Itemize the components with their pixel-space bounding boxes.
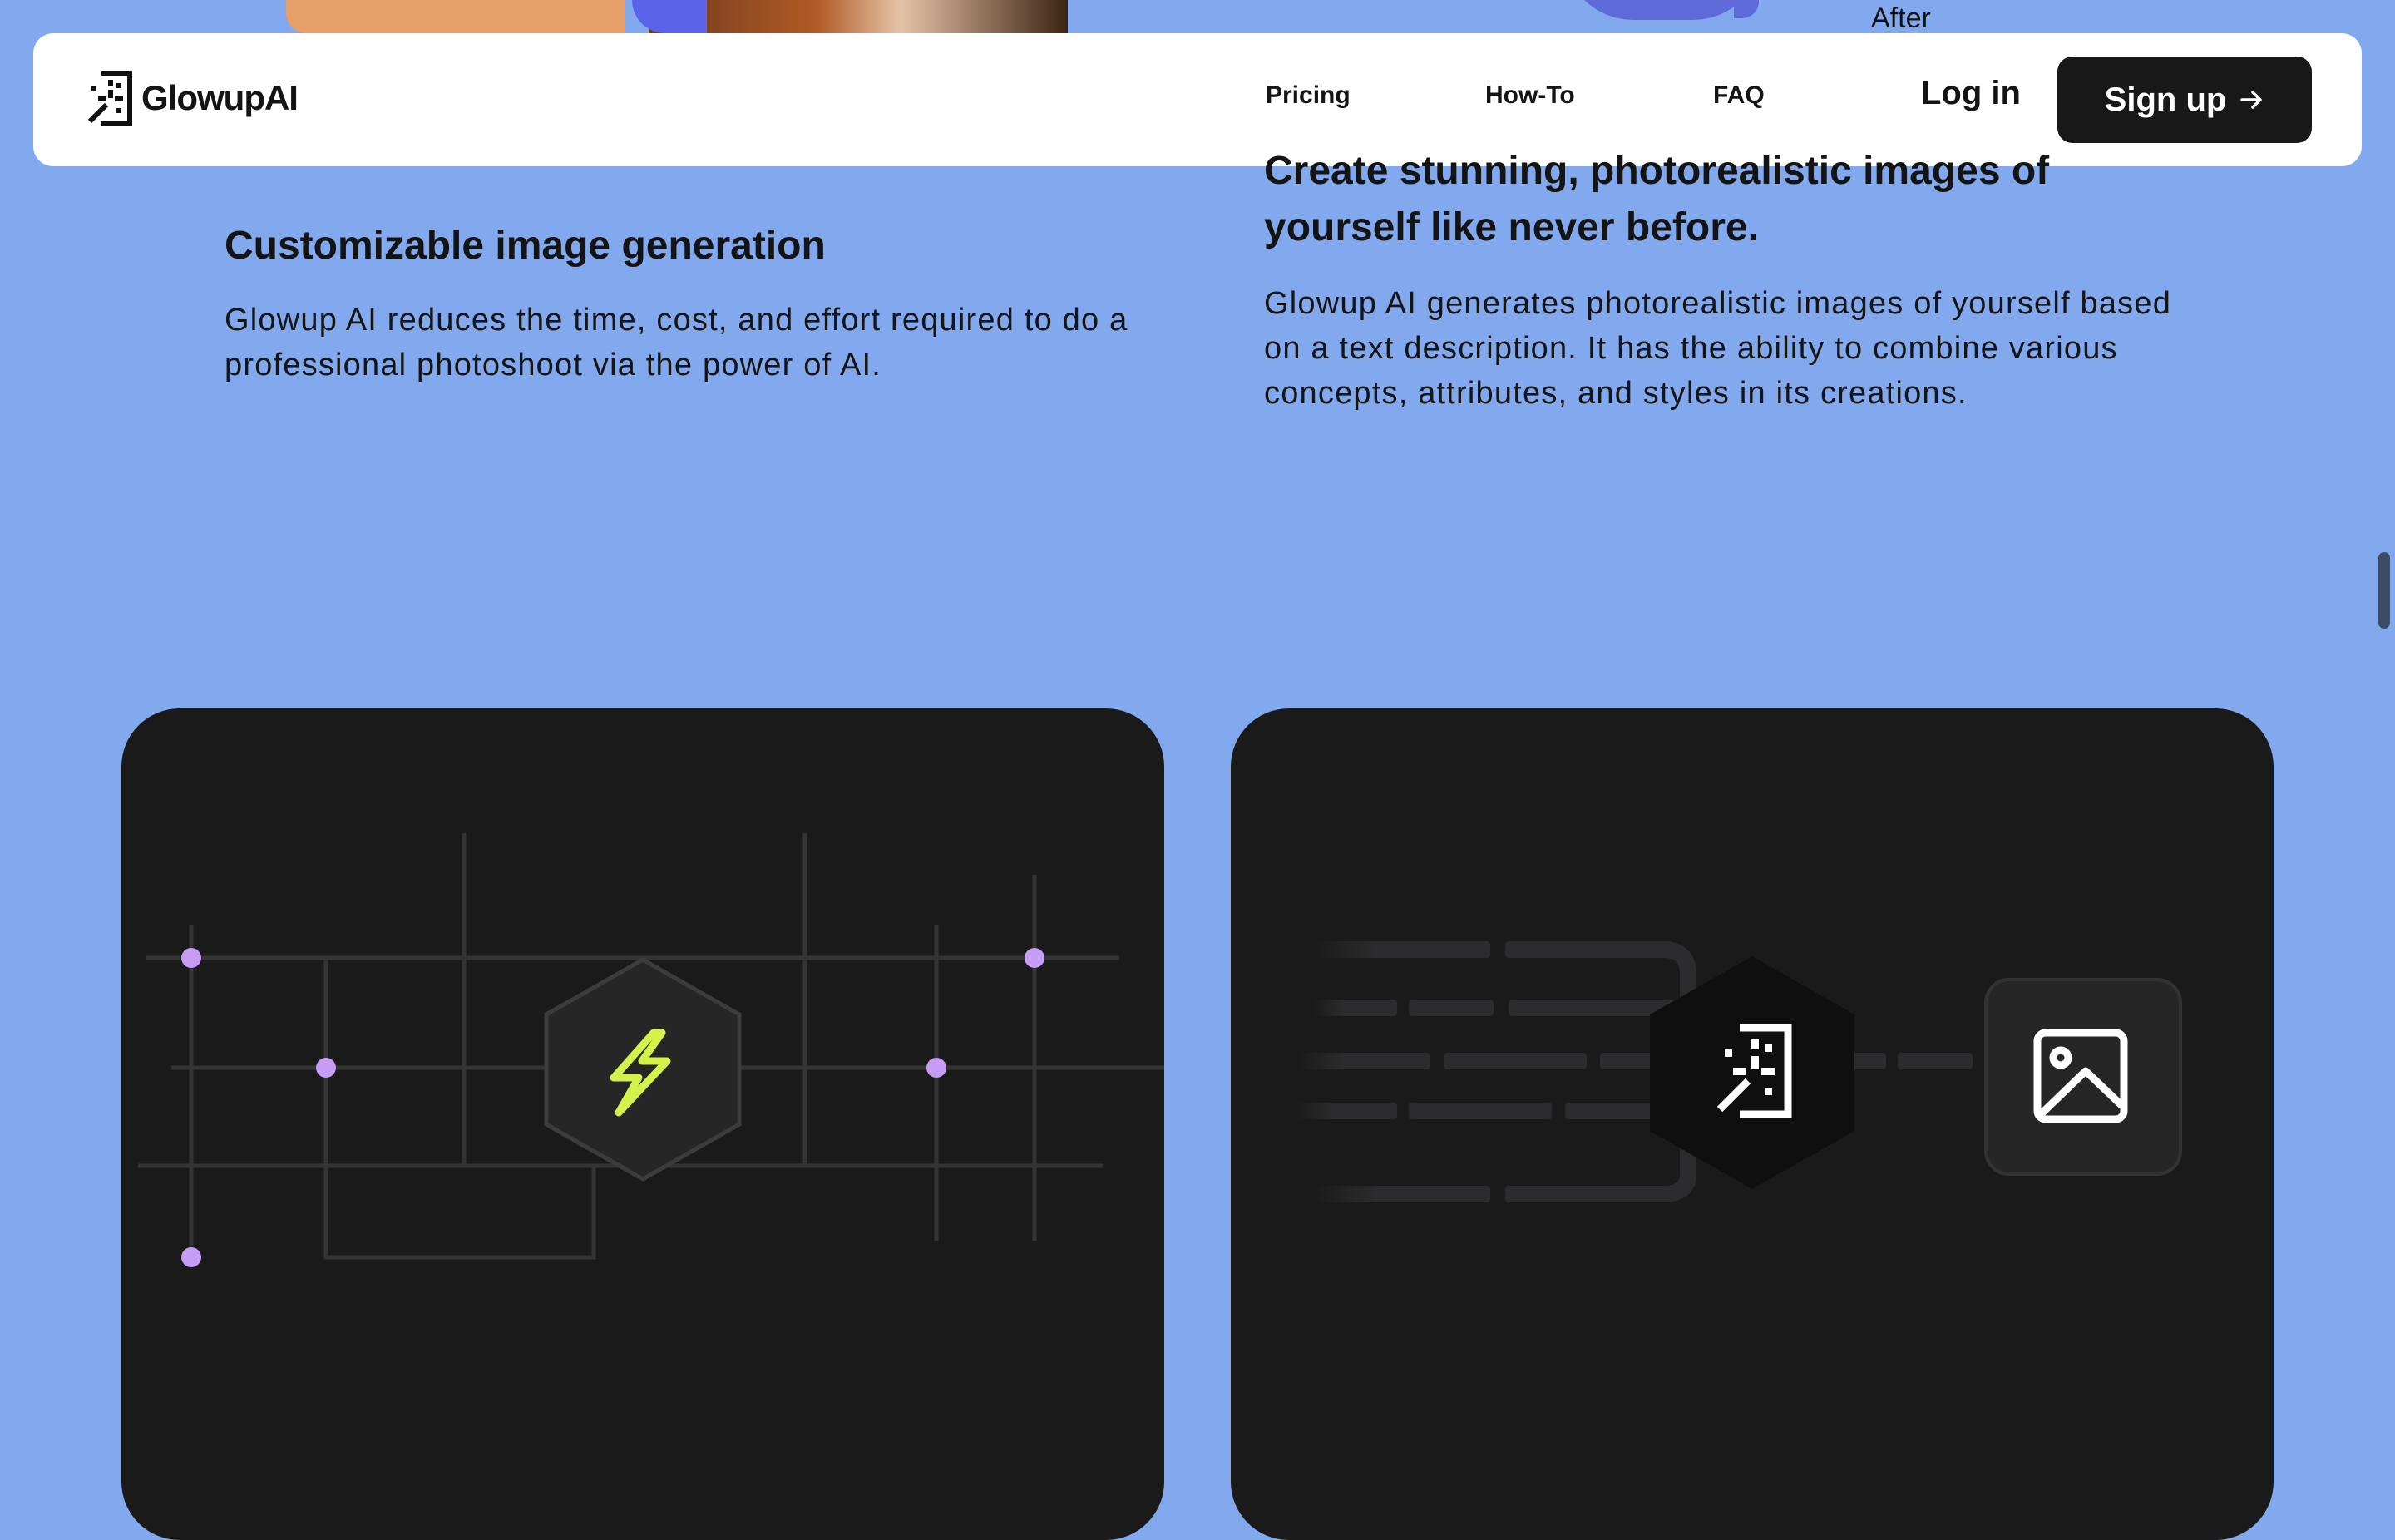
feature-title: Create stunning, photorealistic images o… [1264, 149, 2050, 249]
feature-description: Glowup AI reduces the time, cost, and ef… [225, 303, 1128, 383]
scrollbar-thumb[interactable] [2378, 552, 2390, 629]
arrow-right-icon [2240, 91, 2263, 109]
feature-card-generation [1231, 708, 2274, 1540]
image-node [1984, 978, 2182, 1176]
after-label: After [1871, 2, 1931, 34]
feature-description: Glowup AI generates photorealistic image… [1264, 286, 2172, 411]
nav-faq[interactable]: FAQ [1713, 81, 1765, 110]
decorative-shape [1734, 0, 1759, 18]
decorative-shape [1563, 0, 1763, 20]
logo-text: GlowupAI [141, 78, 299, 117]
signup-button[interactable]: Sign up [2057, 57, 2312, 143]
login-link[interactable]: Log in [1921, 75, 2021, 112]
text-lines-graphic [1297, 941, 1973, 1202]
feature-card-speed [121, 708, 1164, 1540]
hexagon-node [544, 957, 742, 1182]
example-photo [632, 0, 1068, 33]
nav-how-to[interactable]: How-To [1485, 81, 1575, 110]
logo[interactable]: GlowupAI [83, 68, 299, 128]
magic-wand-icon [87, 71, 132, 126]
example-photo-before [286, 0, 625, 33]
feature-title: Customizable image generation [225, 224, 826, 268]
nav-pricing[interactable]: Pricing [1266, 81, 1351, 110]
signup-label: Sign up [2104, 81, 2227, 118]
